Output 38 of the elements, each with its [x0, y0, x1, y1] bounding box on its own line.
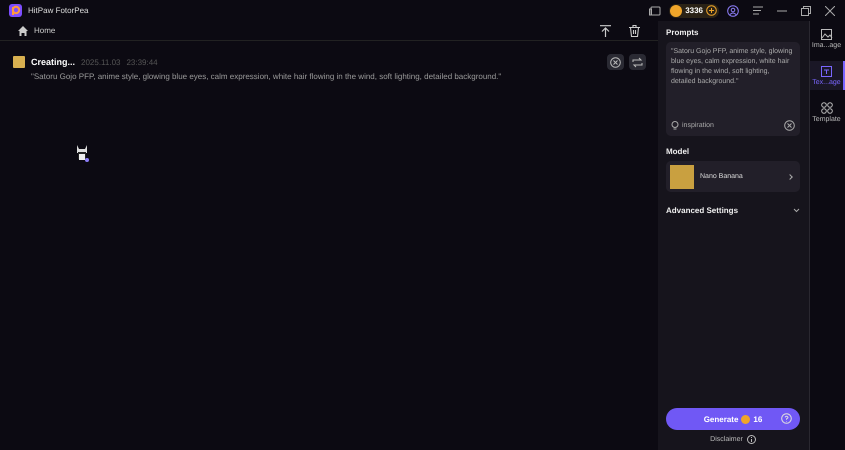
add-icon[interactable]	[706, 5, 717, 16]
task-time: 23:39:44	[126, 58, 158, 66]
restore-icon[interactable]	[801, 6, 811, 16]
task-status: Creating...	[31, 57, 76, 67]
help-icon	[781, 413, 792, 424]
chevron-right-icon	[787, 174, 793, 180]
home-link[interactable]: Home	[34, 26, 56, 35]
user-icon[interactable]	[727, 4, 739, 16]
grid-icon	[820, 102, 832, 114]
advanced-settings-toggle[interactable]: Advanced Settings	[666, 206, 800, 215]
close-icon[interactable]	[825, 6, 835, 16]
upload-icon[interactable]	[600, 24, 611, 36]
model-heading: Model	[666, 147, 690, 156]
trash-icon[interactable]	[629, 24, 640, 36]
credits-count: 3336	[685, 6, 703, 15]
app-title: HitPaw FotorPea	[28, 6, 88, 15]
lightbulb-icon	[671, 121, 679, 130]
credits-badge[interactable]: 3336	[669, 4, 719, 18]
minimize-icon[interactable]	[777, 10, 787, 12]
info-icon[interactable]	[746, 435, 756, 444]
feedback-icon[interactable]	[649, 4, 662, 16]
task-prompt: "Satoru Gojo PFP, anime style, glowing blue eyes, calm expression, white hair flowing in the wind, soft lighting, detailed background."	[31, 72, 502, 81]
generate-button[interactable]: Generate 16	[666, 408, 800, 430]
model-thumbnail	[670, 164, 694, 188]
cancel-button[interactable]	[607, 54, 624, 70]
task-date: 2025.11.03	[81, 58, 120, 66]
regenerate-button[interactable]	[629, 54, 646, 70]
clear-icon[interactable]	[784, 120, 795, 131]
coin-icon	[670, 4, 682, 16]
model-thumbnail	[13, 56, 25, 68]
menu-icon[interactable]	[753, 6, 763, 15]
image-icon	[820, 28, 832, 40]
app-logo-icon	[9, 4, 22, 17]
home-icon	[18, 26, 28, 36]
text-icon	[820, 65, 832, 77]
chevron-down-icon	[793, 208, 800, 213]
prompts-heading: Prompts	[666, 28, 700, 37]
loading-mascot-drawing	[74, 143, 90, 163]
